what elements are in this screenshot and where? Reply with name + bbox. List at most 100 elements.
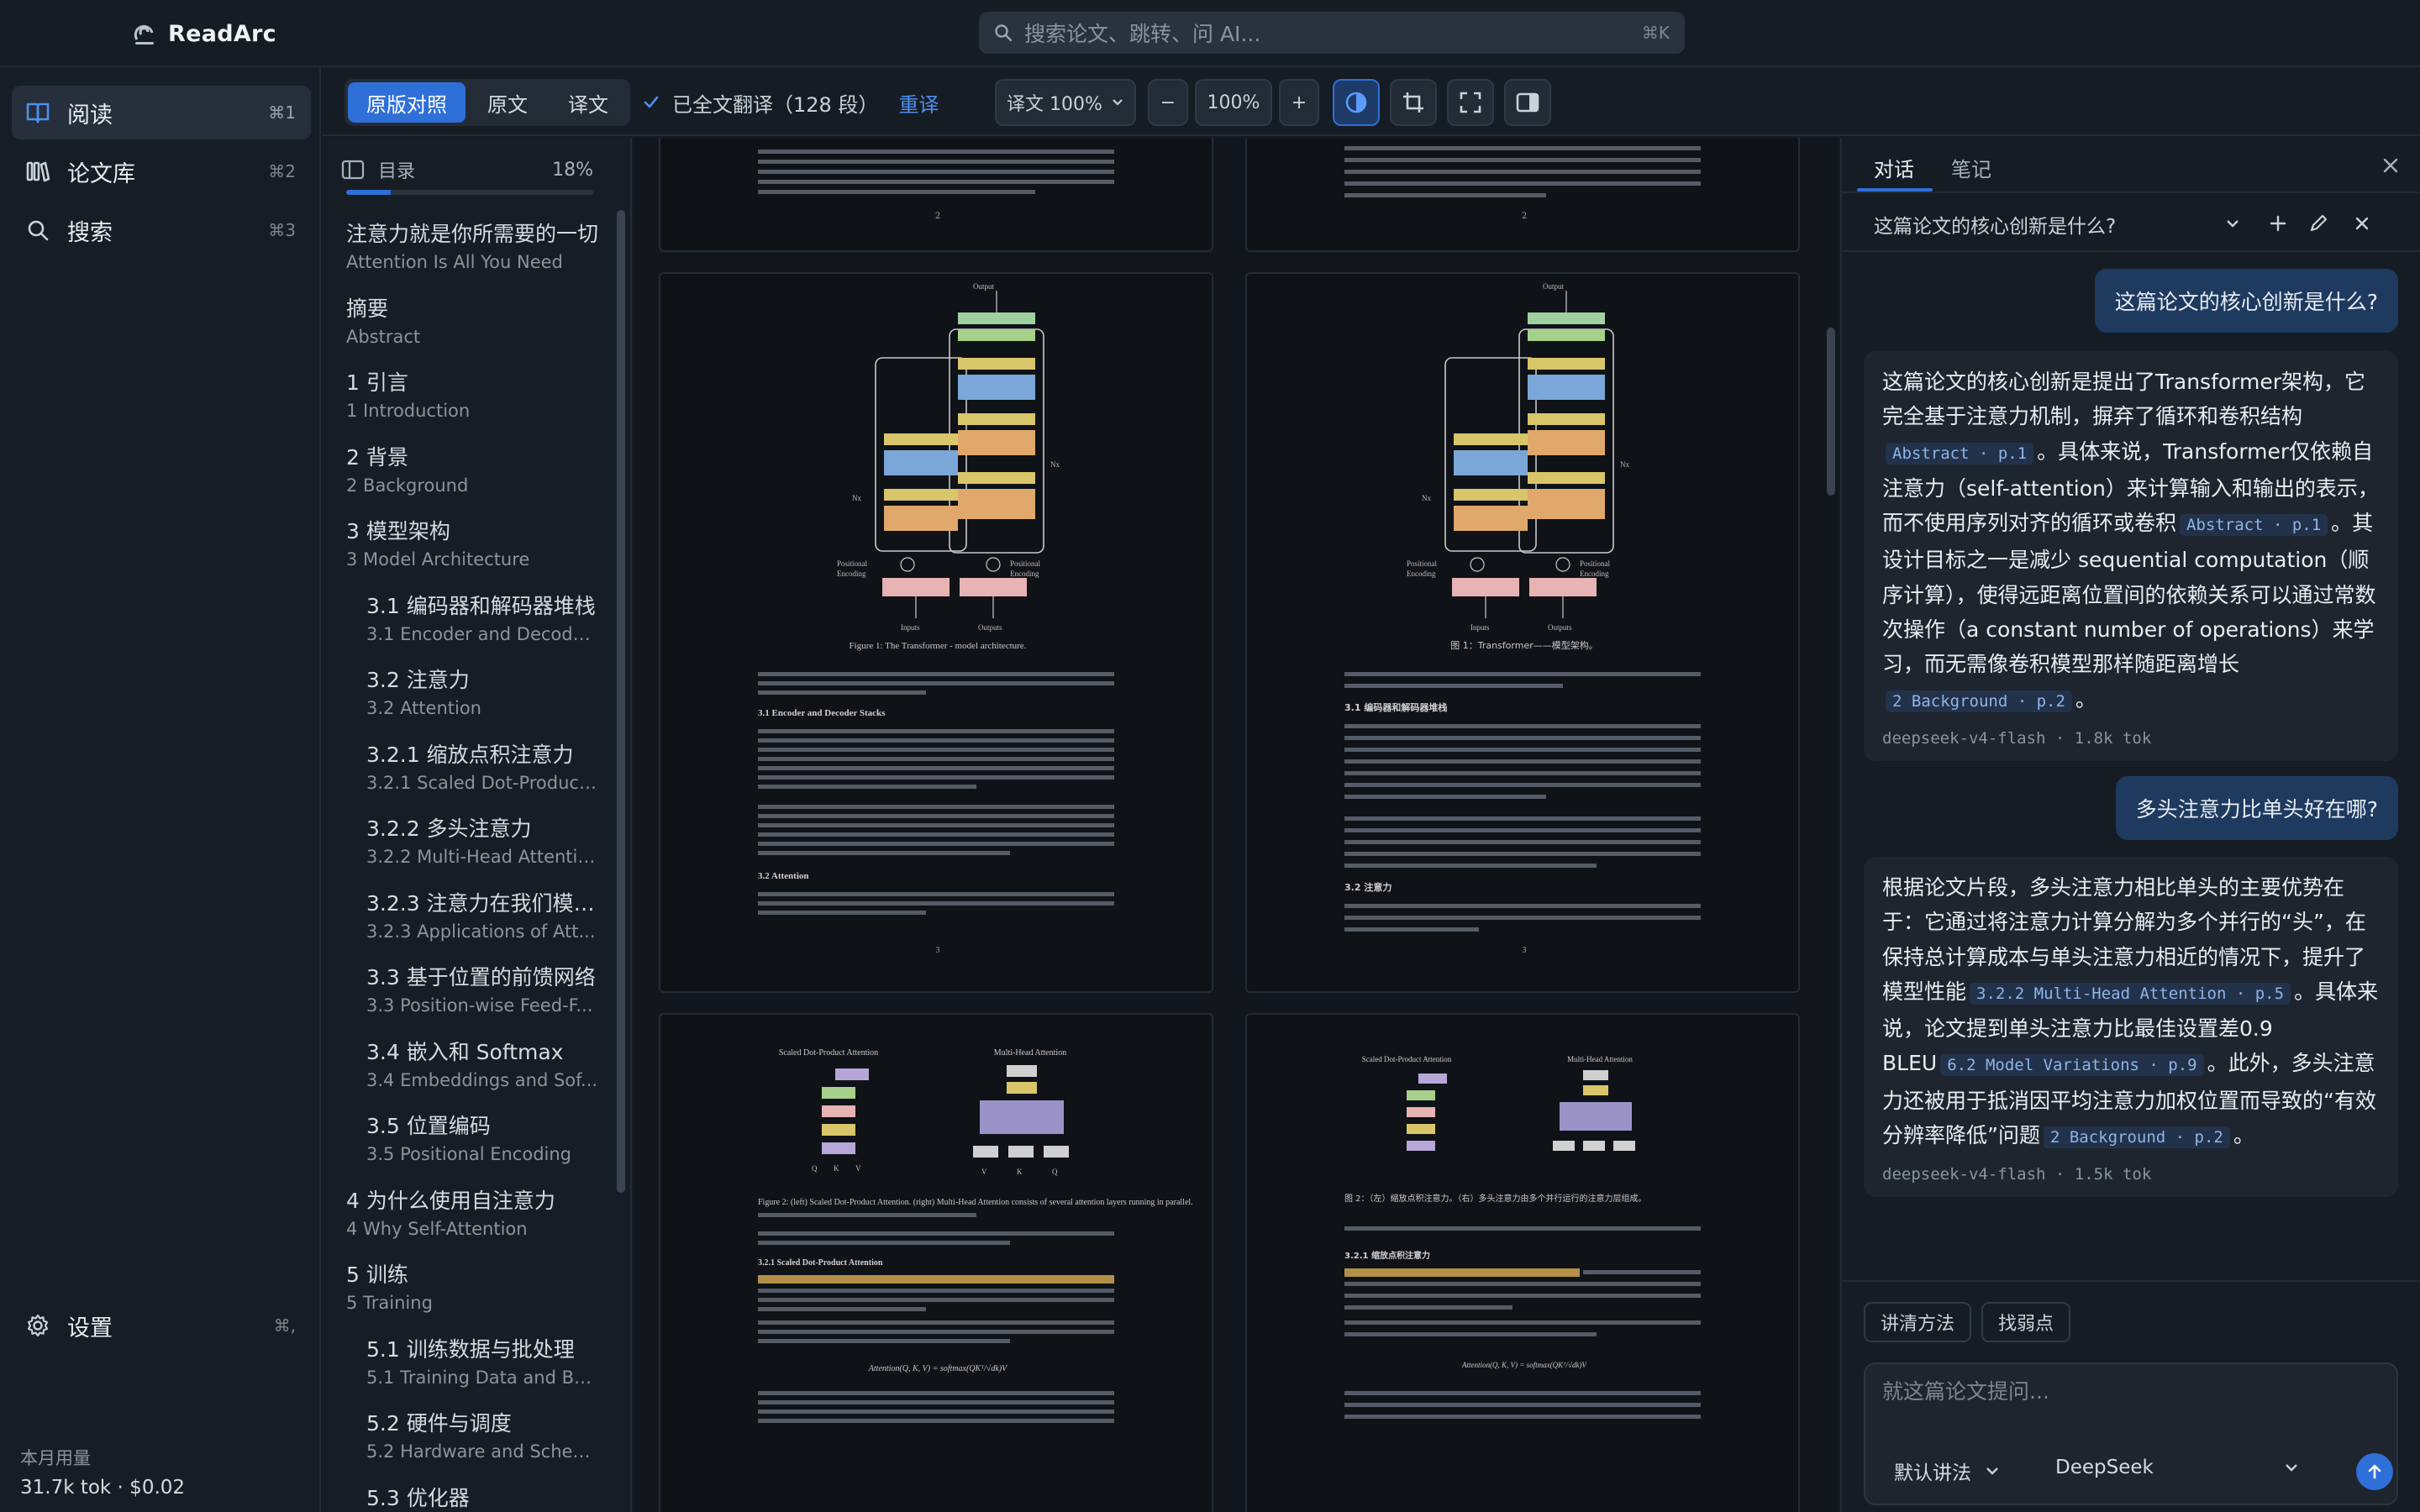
toc-item[interactable]: 1 引言 1 Introduction: [346, 364, 598, 438]
fullscreen-button[interactable]: [1447, 79, 1494, 126]
user-message: 这篇论文的核心创新是什么?: [2094, 269, 2398, 333]
nav-item-label: 论文库: [67, 160, 135, 187]
chat-footer: 讲清方法 找弱点 默认讲法 DeepSeek: [1842, 1280, 2420, 1512]
toc-progress-label: 18%: [552, 159, 593, 181]
svg-text:Positional: Positional: [1010, 559, 1041, 568]
toc-scrollbar[interactable]: [617, 210, 625, 1193]
citation-chip[interactable]: 3.2.2 Multi-Head Attention · p.5: [1970, 982, 2291, 1005]
tab-chat[interactable]: 对话: [1874, 153, 1914, 182]
page-original-4: Scaled Dot-Product Attention Multi-Head …: [659, 1013, 1213, 1512]
section-heading: 3.2 Attention: [758, 871, 809, 881]
chevron-down-icon: [1986, 1467, 1998, 1475]
toc-item[interactable]: 注意力就是你所需要的一切 Attention Is All You Need: [346, 215, 598, 290]
toc-item[interactable]: 3.2.3 注意力在我们模型... 3.2.3 Applications of A…: [346, 885, 598, 959]
model-select[interactable]: DeepSeek: [2055, 1457, 2299, 1478]
view-mode-translation[interactable]: 译文: [550, 82, 627, 123]
brand[interactable]: ReadArc: [133, 17, 276, 50]
reader-toolbar: 原版对照 原文 译文 已全文翻译（128 段） 重译 译文 100% − 100…: [323, 69, 2420, 136]
user-message: 多头注意力比单头好在哪?: [2115, 776, 2398, 840]
sidebar-icon[interactable]: [341, 160, 365, 180]
nav-item-label: 设置: [67, 1315, 113, 1341]
citation-chip[interactable]: Abstract · p.1: [1886, 442, 2034, 465]
citation-chip[interactable]: Abstract · p.1: [2180, 514, 2328, 537]
conversation-title[interactable]: 这篇论文的核心创新是什么?: [1874, 210, 2116, 239]
view-mode-original[interactable]: 原文: [469, 82, 546, 123]
toc-item-title: 3.4 嵌入和 Softmax: [366, 1039, 564, 1064]
toc-item[interactable]: 3.4 嵌入和 Softmax 3.4 Embeddings and Sof...: [346, 1033, 598, 1108]
toc-item[interactable]: 摘要 Abstract: [346, 290, 598, 365]
toc-item[interactable]: 5.3 优化器: [346, 1479, 598, 1512]
nav-item-reading[interactable]: 阅读 ⌘1: [12, 86, 311, 139]
toc-item-title: 注意力就是你所需要的一切: [346, 222, 598, 246]
toc-item[interactable]: 3.2.1 缩放点积注意力 3.2.1 Scaled Dot-Product...: [346, 736, 598, 811]
fullscreen-icon: [1460, 92, 1481, 113]
toc-item-subtitle: 3.5 Positional Encoding: [366, 1144, 571, 1164]
toc-item-title: 摘要: [346, 296, 389, 321]
toc-item-subtitle: 3.2.3 Applications of Att...: [366, 921, 596, 942]
toc-item[interactable]: 3.3 基于位置的前馈网络 3.3 Position-wise Feed-F...: [346, 958, 598, 1033]
translation-zoom-select[interactable]: 译文 100%: [995, 79, 1136, 126]
quick-action-find-weakness[interactable]: 找弱点: [1981, 1302, 2071, 1342]
svg-text:Positional: Positional: [1580, 559, 1611, 568]
view-mode-bilingual[interactable]: 原版对照: [348, 82, 466, 123]
top-bar: ReadArc 搜索论文、跳转、问 AI... ⌘K: [0, 0, 2420, 67]
crop-button[interactable]: [1390, 79, 1437, 126]
toc-item[interactable]: 3 模型架构 3 Model Architecture: [346, 512, 598, 587]
toc-item[interactable]: 5.1 训练数据与批处理 5.1 Training Data and Bat...: [346, 1331, 598, 1405]
tab-notes[interactable]: 笔记: [1951, 153, 1991, 182]
citation-chip[interactable]: 2 Background · p.2: [2043, 1126, 2230, 1149]
global-search[interactable]: 搜索论文、跳转、问 AI... ⌘K: [979, 12, 1685, 54]
toc-item-subtitle: 3.4 Embeddings and Sof...: [366, 1069, 598, 1090]
document-scrollbar[interactable]: [1827, 328, 1835, 496]
nav-item-shortcut: ⌘1: [268, 102, 296, 123]
toc-item[interactable]: 5.2 硬件与调度 5.2 Hardware and Sched...: [346, 1404, 598, 1479]
attention-figure: Scaled Dot-Product Attention Multi-Head …: [758, 1048, 1193, 1423]
chevron-down-icon[interactable]: [2222, 213, 2244, 234]
contrast-toggle[interactable]: [1333, 79, 1380, 126]
toc-item[interactable]: 5 训练 5 Training: [346, 1256, 598, 1331]
translation-status-text: 已全文翻译（128 段）: [672, 92, 879, 117]
search-icon: [995, 24, 1013, 42]
toc-item[interactable]: 3.2 注意力 3.2 Attention: [346, 661, 598, 736]
toc-item-subtitle: 3.2.1 Scaled Dot-Product...: [366, 772, 598, 793]
toc-item-title: 4 为什么使用自注意力: [346, 1188, 555, 1213]
zoom-in-button[interactable]: +: [1279, 79, 1319, 126]
quick-action-explain-method[interactable]: 讲清方法: [1864, 1302, 1972, 1342]
toc-item-title: 5.2 硬件与调度: [366, 1411, 512, 1436]
answer-style-select[interactable]: 默认讲法: [1894, 1457, 2000, 1485]
svg-text:Q: Q: [812, 1164, 818, 1173]
nav-item-shortcut: ⌘3: [268, 220, 296, 240]
toggle-chat-panel-button[interactable]: [1504, 79, 1551, 126]
text-highlight: [758, 1275, 1114, 1284]
plus-icon[interactable]: [2267, 213, 2289, 234]
citation-chip[interactable]: 2 Background · p.2: [1886, 690, 2072, 712]
close-icon[interactable]: [2380, 155, 2402, 176]
toc-item-subtitle: 1 Introduction: [346, 401, 471, 421]
toc-item-title: 3.2.2 多头注意力: [366, 816, 532, 841]
document-viewer[interactable]: 2 2 Output Nx Nx Positional Encoding Pos…: [634, 138, 1839, 1512]
toc-list: 注意力就是你所需要的一切 Attention Is All You Need 摘要 A…: [346, 215, 598, 1512]
nav-item-search[interactable]: 搜索 ⌘3: [12, 203, 311, 257]
close-icon[interactable]: [2351, 213, 2373, 234]
send-button[interactable]: [2356, 1453, 2393, 1490]
toc-item-title: 3 模型架构: [346, 519, 450, 543]
chat-input[interactable]: [1882, 1379, 2353, 1404]
app-name: ReadArc: [168, 20, 276, 47]
toc-item[interactable]: 4 为什么使用自注意力 4 Why Self-Attention: [346, 1182, 598, 1257]
toc-item[interactable]: 2 背景 2 Background: [346, 438, 598, 513]
transformer-architecture-figure: Output Nx Nx Positional Encoding Positio…: [758, 282, 1114, 955]
toc-item[interactable]: 3.5 位置编码 3.5 Positional Encoding: [346, 1107, 598, 1182]
ai-chat-panel: 对话 笔记 这篇论文的核心创新是什么? 这篇论文的核心创新是什么? 这篇论文的核…: [1840, 138, 2420, 1512]
nav-item-library[interactable]: 论文库 ⌘2: [12, 144, 311, 198]
svg-text:V: V: [855, 1164, 861, 1173]
zoom-out-button[interactable]: −: [1148, 79, 1188, 126]
edit-icon[interactable]: [2307, 213, 2329, 234]
citation-chip[interactable]: 6.2 Model Variations · p.9: [1940, 1054, 2204, 1077]
translation-status: 已全文翻译（128 段） 重译: [642, 87, 939, 118]
toc-item[interactable]: 3.1 编码器和解码器堆栈 3.1 Encoder and Decoder...: [346, 587, 598, 662]
nav-item-settings[interactable]: 设置 ⌘,: [12, 1299, 311, 1352]
toc-item[interactable]: 3.2.2 多头注意力 3.2.2 Multi-Head Attention: [346, 810, 598, 885]
toc-item-title: 1 引言: [346, 370, 408, 395]
attention-figure: Scaled Dot-Product Attention Multi-Head …: [1344, 1055, 1701, 1419]
retranslate-link[interactable]: 重译: [898, 88, 939, 118]
